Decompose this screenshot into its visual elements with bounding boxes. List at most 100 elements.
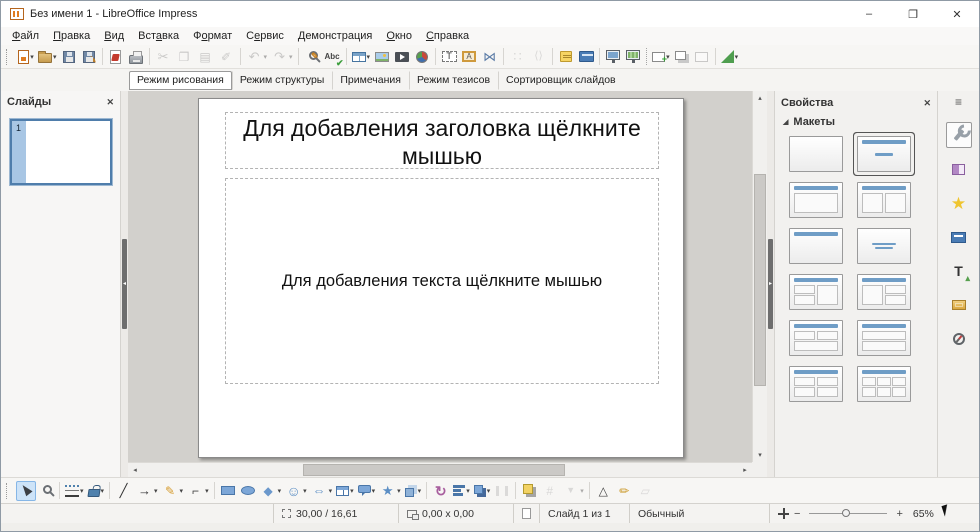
3d-objects-button[interactable]: ▾ (403, 481, 424, 501)
redo-dropdown-icon[interactable]: ▾ (289, 53, 293, 61)
line-style-button[interactable]: ▾ (63, 481, 86, 501)
insert-table-button[interactable]: ▾ (350, 47, 373, 67)
layout-title-2content-over-content[interactable] (789, 320, 843, 356)
horizontal-scroll-thumb[interactable] (303, 464, 565, 476)
menu-edit[interactable]: Правка (46, 29, 97, 43)
tab-handout[interactable]: Режим тезисов (409, 71, 498, 90)
sidebar-settings-button[interactable]: ≡ (946, 94, 972, 110)
line-style-dropdown-icon[interactable]: ▾ (80, 487, 84, 495)
callouts-dropdown-icon[interactable]: ▾ (372, 487, 376, 495)
filter-dropdown-icon[interactable]: ▾ (580, 487, 584, 495)
menu-file[interactable]: Файл (5, 29, 46, 43)
spelling-button[interactable]: Abc✔ (322, 47, 343, 67)
3d-objects-dropdown-icon[interactable]: ▾ (418, 487, 422, 495)
scroll-down-icon[interactable]: ▾ (753, 448, 767, 462)
new-presentation-button[interactable]: ▾ (16, 47, 36, 67)
rotate-button[interactable]: ↻ (430, 481, 451, 501)
curve-button[interactable]: ✎▾ (160, 481, 186, 501)
open-button[interactable]: ▾ (36, 47, 59, 67)
symbol-shapes-dropdown-icon[interactable]: ▾ (303, 487, 307, 495)
tab-notes[interactable]: Примечания (332, 71, 409, 90)
vertical-scroll-track[interactable] (753, 105, 767, 448)
rectangle-button[interactable] (218, 481, 238, 501)
body-placeholder[interactable]: Для добавления текста щёлкните мышью (225, 178, 659, 384)
insert-table-dropdown-icon[interactable]: ▾ (367, 53, 371, 61)
scroll-up-icon[interactable]: ▴ (753, 91, 767, 105)
menu-insert[interactable]: Вставка (131, 29, 186, 43)
insert-comment-button[interactable] (556, 47, 576, 67)
menu-window[interactable]: Окно (379, 29, 419, 43)
status-layout-name[interactable]: Обычный (629, 504, 769, 523)
layout-title-2content-content[interactable] (789, 274, 843, 310)
menu-help[interactable]: Справка (419, 29, 476, 43)
menu-slideshow[interactable]: Демонстрация (291, 29, 380, 43)
slide-canvas[interactable]: Для добавления заголовка щёлкните мышью … (198, 98, 684, 458)
curve-dropdown-icon[interactable]: ▾ (180, 487, 184, 495)
callouts-button[interactable]: ▾ (356, 481, 378, 501)
start-from-first-slide-button[interactable] (603, 47, 623, 67)
toolbar-grip[interactable] (6, 49, 11, 65)
block-arrows-dropdown-icon[interactable]: ▾ (329, 487, 333, 495)
fit-slide-icon[interactable] (778, 508, 789, 519)
tab-sorter[interactable]: Сортировщик слайдов (498, 71, 624, 90)
layout-title-slide[interactable] (857, 136, 911, 172)
block-arrows-button[interactable]: ⇔▾ (309, 481, 335, 501)
fill-style-button[interactable]: ▾ (86, 481, 107, 501)
edit-points-button[interactable]: △ (593, 481, 614, 501)
align-dropdown-icon[interactable]: ▾ (466, 487, 470, 495)
layout-blank[interactable] (789, 136, 843, 172)
find-and-replace-button[interactable]: ✎ (302, 47, 322, 67)
status-cursor-position[interactable]: 30,00 / 16,61 (273, 504, 398, 523)
status-object-size[interactable]: 0,00 x 0,00 (398, 504, 513, 523)
zoom-slider[interactable] (809, 513, 887, 514)
vertical-scrollbar[interactable]: ▴ ▾ (752, 91, 767, 462)
zoom-percentage[interactable]: 65% (908, 508, 934, 520)
insert-image-button[interactable] (372, 47, 392, 67)
scroll-right-icon[interactable]: ▸ (738, 463, 752, 477)
layout-title-content[interactable] (789, 182, 843, 218)
properties-deck-button[interactable] (946, 122, 972, 148)
layout-title-content-over-content[interactable] (857, 320, 911, 356)
restore-button[interactable]: ❐ (891, 1, 935, 27)
undo-dropdown-icon[interactable]: ▾ (264, 53, 268, 61)
vertical-scroll-thumb[interactable] (754, 174, 766, 387)
align-button[interactable]: ▾ (451, 481, 472, 501)
layout-title-two-content[interactable] (857, 182, 911, 218)
zoom-in-button[interactable]: + (896, 508, 902, 520)
status-document-modified[interactable] (513, 504, 539, 523)
insert-media-button[interactable] (392, 47, 412, 67)
layouts-section-header[interactable]: ◢ Макеты (775, 113, 937, 132)
new-slide-button[interactable]: +▾ (650, 47, 672, 67)
glue-points-button[interactable]: ✏ (614, 481, 635, 501)
fill-style-dropdown-icon[interactable]: ▾ (101, 487, 105, 495)
arrange-button[interactable]: ▾ (472, 481, 493, 501)
connector-dropdown-icon[interactable]: ▾ (205, 487, 209, 495)
zoom-out-button[interactable]: − (794, 508, 800, 520)
insert-chart-button[interactable] (412, 47, 432, 67)
collapse-right-handle[interactable]: ▸ (768, 239, 773, 329)
drawing-toolbar-grip[interactable] (6, 483, 11, 499)
slide-transition-deck-button[interactable] (946, 156, 972, 182)
minimize-button[interactable]: – (847, 1, 891, 27)
gallery-deck-button[interactable] (946, 292, 972, 318)
display-views-button[interactable] (576, 47, 596, 67)
close-button[interactable]: ✕ (935, 1, 979, 27)
insert-header-footer-button[interactable]: А (459, 47, 479, 67)
flowchart-button[interactable]: ▾ (334, 481, 356, 501)
menu-view[interactable]: Вид (97, 29, 131, 43)
ellipse-button[interactable] (238, 481, 258, 501)
right-panel-splitter[interactable]: ▸ (767, 91, 774, 477)
layout-centered-text[interactable] (857, 228, 911, 264)
slide-layout-button[interactable]: ▾ (719, 47, 741, 67)
menu-format[interactable]: Формат (186, 29, 239, 43)
horizontal-scrollbar[interactable]: ◂ ▸ (128, 462, 752, 477)
lines-and-arrows-dropdown-icon[interactable]: ▾ (154, 487, 158, 495)
tab-drawing[interactable]: Режим рисования (129, 71, 232, 90)
open-dropdown-icon[interactable]: ▾ (53, 53, 57, 61)
layout-title-only[interactable] (789, 228, 843, 264)
tab-outline[interactable]: Режим структуры (232, 71, 332, 90)
styles-deck-button[interactable]: T▴ (946, 258, 972, 284)
animation-deck-button[interactable]: ★ (946, 190, 972, 216)
layout-title-four-content[interactable] (789, 366, 843, 402)
master-slides-deck-button[interactable] (946, 224, 972, 250)
